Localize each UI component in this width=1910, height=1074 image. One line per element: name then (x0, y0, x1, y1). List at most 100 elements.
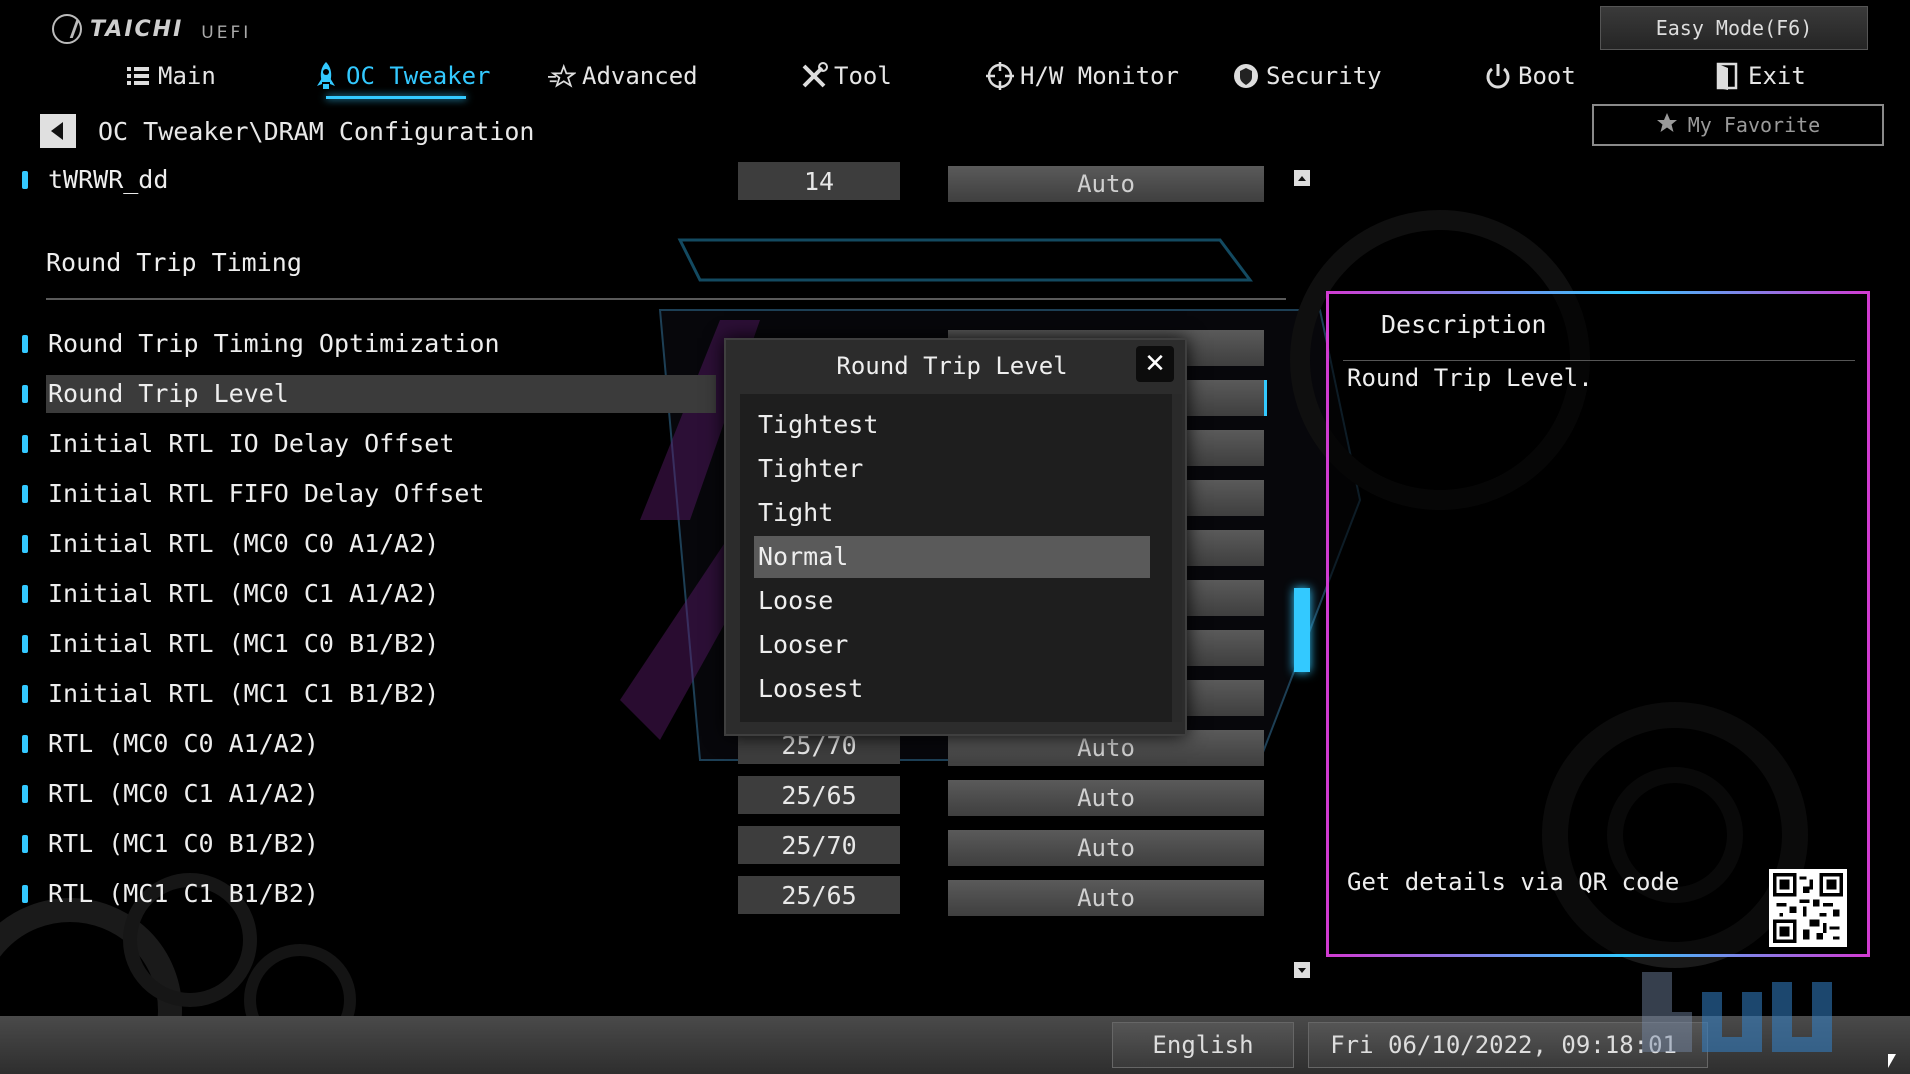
crosshair-icon (986, 62, 1014, 90)
setting-label: RTL (MC1 C0 B1/B2) (48, 829, 319, 858)
description-title: Description (1381, 310, 1547, 339)
setting-option[interactable]: Auto (948, 780, 1264, 816)
taichi-logo: TAICHI UEFI (52, 14, 251, 44)
tab-security[interactable]: Security (1232, 56, 1382, 96)
tab-security-label: Security (1266, 62, 1382, 90)
tab-boot-label: Boot (1518, 62, 1576, 90)
setting-label: Round Trip Level (46, 375, 716, 413)
setting-label: tWRWR_dd (48, 165, 169, 194)
section-divider (46, 298, 1286, 300)
breadcrumb: OC Tweaker\DRAM Configuration (40, 114, 535, 148)
option-item[interactable]: Tighter (754, 448, 1150, 490)
setting-option[interactable]: Auto (948, 166, 1264, 202)
qr-caption: Get details via QR code (1347, 868, 1680, 896)
qr-code-icon[interactable] (1769, 869, 1847, 947)
dialog-scrollbar[interactable] (1172, 394, 1182, 722)
description-panel: Description Round Trip Level. Get detail… (1326, 291, 1870, 957)
setting-label: RTL (MC0 C0 A1/A2) (48, 729, 319, 758)
scroll-up-button[interactable] (1294, 170, 1310, 186)
taichi-logo-icon (52, 14, 82, 44)
brand-sub: UEFI (201, 23, 252, 43)
tab-oc-tweaker-label: OC Tweaker (346, 62, 491, 90)
close-icon[interactable]: ✕ (1136, 346, 1174, 382)
tab-main-label: Main (158, 62, 216, 90)
active-tab-underline (326, 96, 466, 99)
tab-hw-monitor[interactable]: H/W Monitor (986, 56, 1179, 96)
row-marker (22, 785, 28, 803)
setting-label: Initial RTL (MC1 C1 B1/B2) (48, 679, 440, 708)
setting-label: RTL (MC1 C1 B1/B2) (48, 879, 319, 908)
row-marker (22, 635, 28, 653)
tab-exit-label: Exit (1748, 62, 1806, 90)
setting-row-twrwr-dd[interactable]: tWRWR_dd 14 Auto (0, 160, 1290, 202)
tab-tool-label: Tool (834, 62, 892, 90)
tab-exit[interactable]: Exit (1714, 56, 1806, 96)
mouse-cursor-icon (1888, 1054, 1896, 1068)
description-divider (1343, 360, 1855, 361)
tab-main[interactable]: Main (124, 56, 216, 96)
tab-oc-tweaker[interactable]: OC Tweaker (312, 56, 491, 96)
setting-current-value: 14 (738, 162, 900, 200)
option-item[interactable]: Loosest (754, 668, 1150, 710)
main-nav: Main OC Tweaker Advanced Tool H/W Monito… (0, 56, 1910, 96)
tab-advanced-label: Advanced (582, 62, 698, 90)
option-list: Tightest Tighter Tight Normal Loose Loos… (740, 394, 1172, 722)
row-marker (22, 885, 28, 903)
shield-icon (1232, 62, 1260, 90)
row-marker (22, 535, 28, 553)
option-item[interactable]: Looser (754, 624, 1150, 666)
row-marker (22, 735, 28, 753)
chevron-up-icon (1298, 175, 1306, 181)
scrollbar-thumb[interactable] (1294, 588, 1310, 672)
section-title: Round Trip Timing (46, 248, 302, 277)
option-item-selected[interactable]: Normal (754, 536, 1150, 578)
row-marker (22, 385, 28, 403)
tab-boot[interactable]: Boot (1484, 56, 1576, 96)
my-favorite-label: My Favorite (1687, 113, 1821, 137)
chevron-down-icon (1298, 967, 1306, 973)
my-favorite-button[interactable]: My Favorite (1592, 104, 1884, 146)
setting-row[interactable]: RTL (MC1 C1 B1/B2) 25/65 Auto (0, 874, 1290, 916)
list-icon (124, 62, 152, 90)
setting-option[interactable]: Auto (948, 880, 1264, 916)
setting-label: Initial RTL FIFO Delay Offset (48, 479, 485, 508)
setting-label: Round Trip Timing Optimization (48, 329, 500, 358)
setting-row[interactable]: RTL (MC0 C1 A1/A2) 25/65 Auto (0, 774, 1290, 816)
tab-advanced[interactable]: Advanced (548, 56, 698, 96)
row-marker (22, 685, 28, 703)
easy-mode-button[interactable]: Easy Mode(F6) (1600, 6, 1868, 50)
round-trip-level-dialog: Round Trip Level ✕ Tightest Tighter Tigh… (724, 338, 1187, 736)
back-button[interactable] (40, 114, 76, 148)
star-icon (548, 62, 576, 90)
option-item[interactable]: Tight (754, 492, 1150, 534)
option-item[interactable]: Tightest (754, 404, 1150, 446)
brand-name: TAICHI (90, 16, 184, 42)
rocket-icon (312, 62, 340, 90)
description-text: Round Trip Level. (1347, 364, 1593, 392)
setting-label: Initial RTL IO Delay Offset (48, 429, 455, 458)
scroll-down-button[interactable] (1294, 962, 1310, 978)
setting-current-value: 25/65 (738, 776, 900, 814)
row-marker (22, 585, 28, 603)
setting-row[interactable]: RTL (MC1 C0 B1/B2) 25/70 Auto (0, 824, 1290, 866)
setting-label: Initial RTL (MC0 C1 A1/A2) (48, 579, 440, 608)
option-item[interactable]: Loose (754, 580, 1150, 622)
breadcrumb-path: OC Tweaker\DRAM Configuration (98, 116, 535, 146)
setting-label: Initial RTL (MC1 C0 B1/B2) (48, 629, 440, 658)
row-marker (22, 485, 28, 503)
setting-current-value: 25/70 (738, 826, 900, 864)
watermark-logo-icon (1642, 972, 1832, 1052)
row-marker (22, 835, 28, 853)
tab-hw-monitor-label: H/W Monitor (1020, 62, 1179, 90)
exit-icon (1714, 62, 1742, 90)
language-selector[interactable]: English (1112, 1022, 1294, 1068)
back-arrow-icon (50, 122, 63, 140)
dialog-title: Round Trip Level (836, 352, 1068, 380)
setting-label: Initial RTL (MC0 C0 A1/A2) (48, 529, 440, 558)
row-marker (22, 171, 28, 189)
tab-tool[interactable]: Tool (800, 56, 892, 96)
power-icon (1484, 62, 1512, 90)
setting-label: RTL (MC0 C1 A1/A2) (48, 779, 319, 808)
setting-current-value: 25/65 (738, 876, 900, 914)
setting-option[interactable]: Auto (948, 830, 1264, 866)
